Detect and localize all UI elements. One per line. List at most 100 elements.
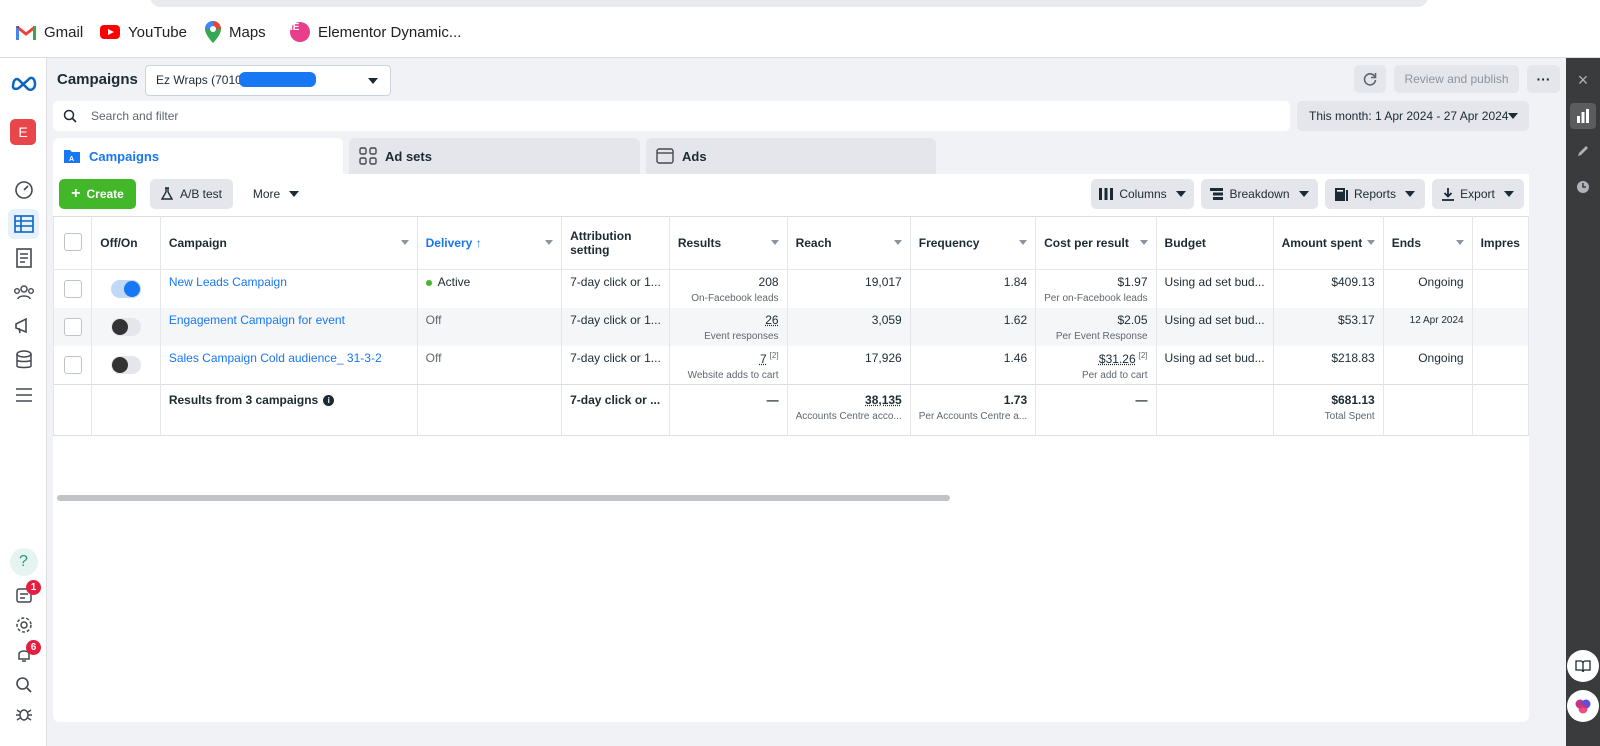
- col-header-budget[interactable]: Budget: [1155, 216, 1274, 270]
- horizontal-scrollbar[interactable]: [57, 495, 950, 501]
- tab-ads[interactable]: Ads: [646, 138, 936, 174]
- toggle-knob: [124, 281, 141, 297]
- totals-frequency-type: Per Accounts Centre a...: [918, 410, 1028, 422]
- meta-logo-icon[interactable]: [8, 68, 39, 98]
- cost-per-result-footnote: [2]: [1138, 350, 1148, 360]
- elementor-icon: IE: [290, 22, 310, 42]
- col-header-cost-per-result[interactable]: Cost per result: [1035, 216, 1157, 270]
- row-select-cell: [52, 345, 93, 384]
- breakdown-label: Breakdown: [1229, 187, 1290, 201]
- amount-spent-cell: $409.13: [1272, 269, 1384, 308]
- bookmark-elementor[interactable]: IE Elementor Dynamic...: [290, 20, 461, 44]
- more-dropdown[interactable]: More: [245, 179, 307, 209]
- sort-caret-icon: [1366, 240, 1375, 245]
- col-header-delivery[interactable]: Delivery ↑: [416, 216, 563, 270]
- youtube-icon: [100, 25, 120, 39]
- pages-icon[interactable]: [8, 243, 39, 273]
- table-header-row: Off/On Campaign Delivery ↑ Attribution s…: [52, 216, 1530, 270]
- audiences-icon[interactable]: [8, 277, 39, 307]
- col-header-amount-spent[interactable]: Amount spent: [1272, 216, 1384, 270]
- col-header-reach[interactable]: Reach: [786, 216, 911, 270]
- row-checkbox[interactable]: [63, 280, 82, 298]
- table-row[interactable]: Sales Campaign Cold audience_ 31-3-2 Off…: [52, 345, 1530, 384]
- date-range-picker[interactable]: This month: 1 Apr 2024 - 27 Apr 2024: [1297, 101, 1529, 131]
- campaign-name-link[interactable]: New Leads Campaign: [169, 275, 287, 289]
- budget-cell: Using ad set bud...: [1155, 345, 1274, 384]
- table-row[interactable]: Engagement Campaign for event Off 7-day …: [52, 307, 1530, 346]
- col-header-label: Amount spent: [1281, 236, 1363, 250]
- bookmarks-bar: Gmail YouTube Maps IE Elementor Dynamic.…: [0, 0, 1600, 58]
- edit-pencil-icon[interactable]: [1570, 138, 1596, 164]
- totals-reach[interactable]: 38,135: [796, 393, 902, 407]
- create-button[interactable]: + Create: [59, 179, 136, 209]
- search-input[interactable]: [91, 109, 891, 123]
- col-header-label: Results: [677, 236, 722, 250]
- search-bar[interactable]: [53, 101, 1290, 131]
- chart-icon[interactable]: [1570, 103, 1596, 129]
- col-header-ends[interactable]: Ends: [1382, 216, 1473, 270]
- guide-book-icon[interactable]: [1567, 650, 1599, 682]
- tab-campaigns[interactable]: A Campaigns: [53, 138, 343, 174]
- row-checkbox[interactable]: [63, 317, 82, 336]
- account-avatar[interactable]: E: [10, 119, 36, 145]
- sort-caret-icon: [1019, 240, 1028, 245]
- cost-per-result-value[interactable]: $31.26: [1099, 352, 1136, 366]
- info-icon[interactable]: i: [323, 394, 335, 406]
- delivery-status: Active: [437, 275, 471, 289]
- export-dropdown[interactable]: Export: [1432, 179, 1524, 209]
- col-header-impressions[interactable]: Impres: [1471, 216, 1530, 270]
- bookmark-youtube[interactable]: YouTube: [100, 20, 187, 44]
- columns-label: Columns: [1119, 187, 1167, 201]
- bug-report-icon[interactable]: [8, 699, 39, 729]
- review-and-publish-button[interactable]: Review and publish: [1394, 65, 1519, 93]
- ad-account-selector[interactable]: Ez Wraps (70101: [145, 65, 391, 96]
- cost-per-result-cell: $2.05 Per Event Response: [1035, 307, 1157, 346]
- tab-ad-sets[interactable]: Ad sets: [349, 138, 640, 174]
- campaigns-table-icon[interactable]: [8, 209, 39, 239]
- billing-icon[interactable]: [8, 345, 39, 375]
- select-all-checkbox[interactable]: [63, 232, 82, 251]
- refresh-icon: [1363, 73, 1377, 86]
- campaign-name-link[interactable]: Engagement Campaign for event: [169, 313, 345, 327]
- ai-assistant-icon[interactable]: [1567, 690, 1599, 722]
- bookmark-gmail[interactable]: Gmail: [16, 20, 83, 44]
- dashboard-icon[interactable]: [8, 175, 39, 205]
- reports-dropdown[interactable]: Reports: [1325, 179, 1425, 209]
- history-clock-icon[interactable]: [1570, 174, 1596, 200]
- search-icon[interactable]: [8, 670, 39, 700]
- flask-icon: [160, 187, 173, 200]
- col-header-label: Delivery: [425, 236, 473, 250]
- columns-dropdown[interactable]: Columns: [1091, 179, 1194, 209]
- col-header-attribution[interactable]: Attribution setting: [561, 216, 670, 270]
- col-header-frequency[interactable]: Frequency: [909, 216, 1037, 270]
- results-value[interactable]: 26: [678, 313, 778, 327]
- page-title: Campaigns: [57, 71, 138, 88]
- settings-gear-icon[interactable]: [8, 610, 39, 640]
- col-header-results[interactable]: Results: [668, 216, 788, 270]
- results-cell: 7 [2] Website adds to cart: [668, 345, 788, 384]
- toggle-knob: [112, 318, 129, 335]
- bookmark-maps[interactable]: Maps: [205, 20, 266, 44]
- notifications-badge: 6: [26, 640, 41, 655]
- campaign-toggle[interactable]: [111, 280, 142, 298]
- help-button[interactable]: ?: [8, 547, 39, 577]
- ab-test-button[interactable]: A/B test: [150, 179, 233, 209]
- table-row[interactable]: New Leads Campaign Active 7-day click or…: [52, 269, 1530, 308]
- right-side-panel-rail: ×: [1566, 58, 1600, 746]
- more-options-button[interactable]: ···: [1527, 65, 1560, 93]
- refresh-button[interactable]: [1354, 65, 1386, 93]
- cost-per-result-value: $1.97: [1117, 275, 1148, 289]
- results-value[interactable]: 7: [760, 352, 767, 366]
- address-bar[interactable]: [150, 0, 1428, 7]
- row-checkbox[interactable]: [63, 355, 82, 374]
- col-header-campaign[interactable]: Campaign: [159, 216, 418, 270]
- menu-icon[interactable]: [8, 380, 39, 410]
- megaphone-icon[interactable]: [8, 311, 39, 341]
- ends-cell: Ongoing: [1382, 345, 1473, 384]
- close-icon[interactable]: ×: [1570, 67, 1596, 93]
- attribution-cell: 7-day click or 1...: [561, 307, 670, 346]
- campaign-toggle[interactable]: [111, 355, 142, 374]
- breakdown-dropdown[interactable]: Breakdown: [1201, 179, 1318, 209]
- campaign-toggle[interactable]: [111, 317, 142, 336]
- campaign-name-link[interactable]: Sales Campaign Cold audience_ 31-3-2: [169, 351, 382, 365]
